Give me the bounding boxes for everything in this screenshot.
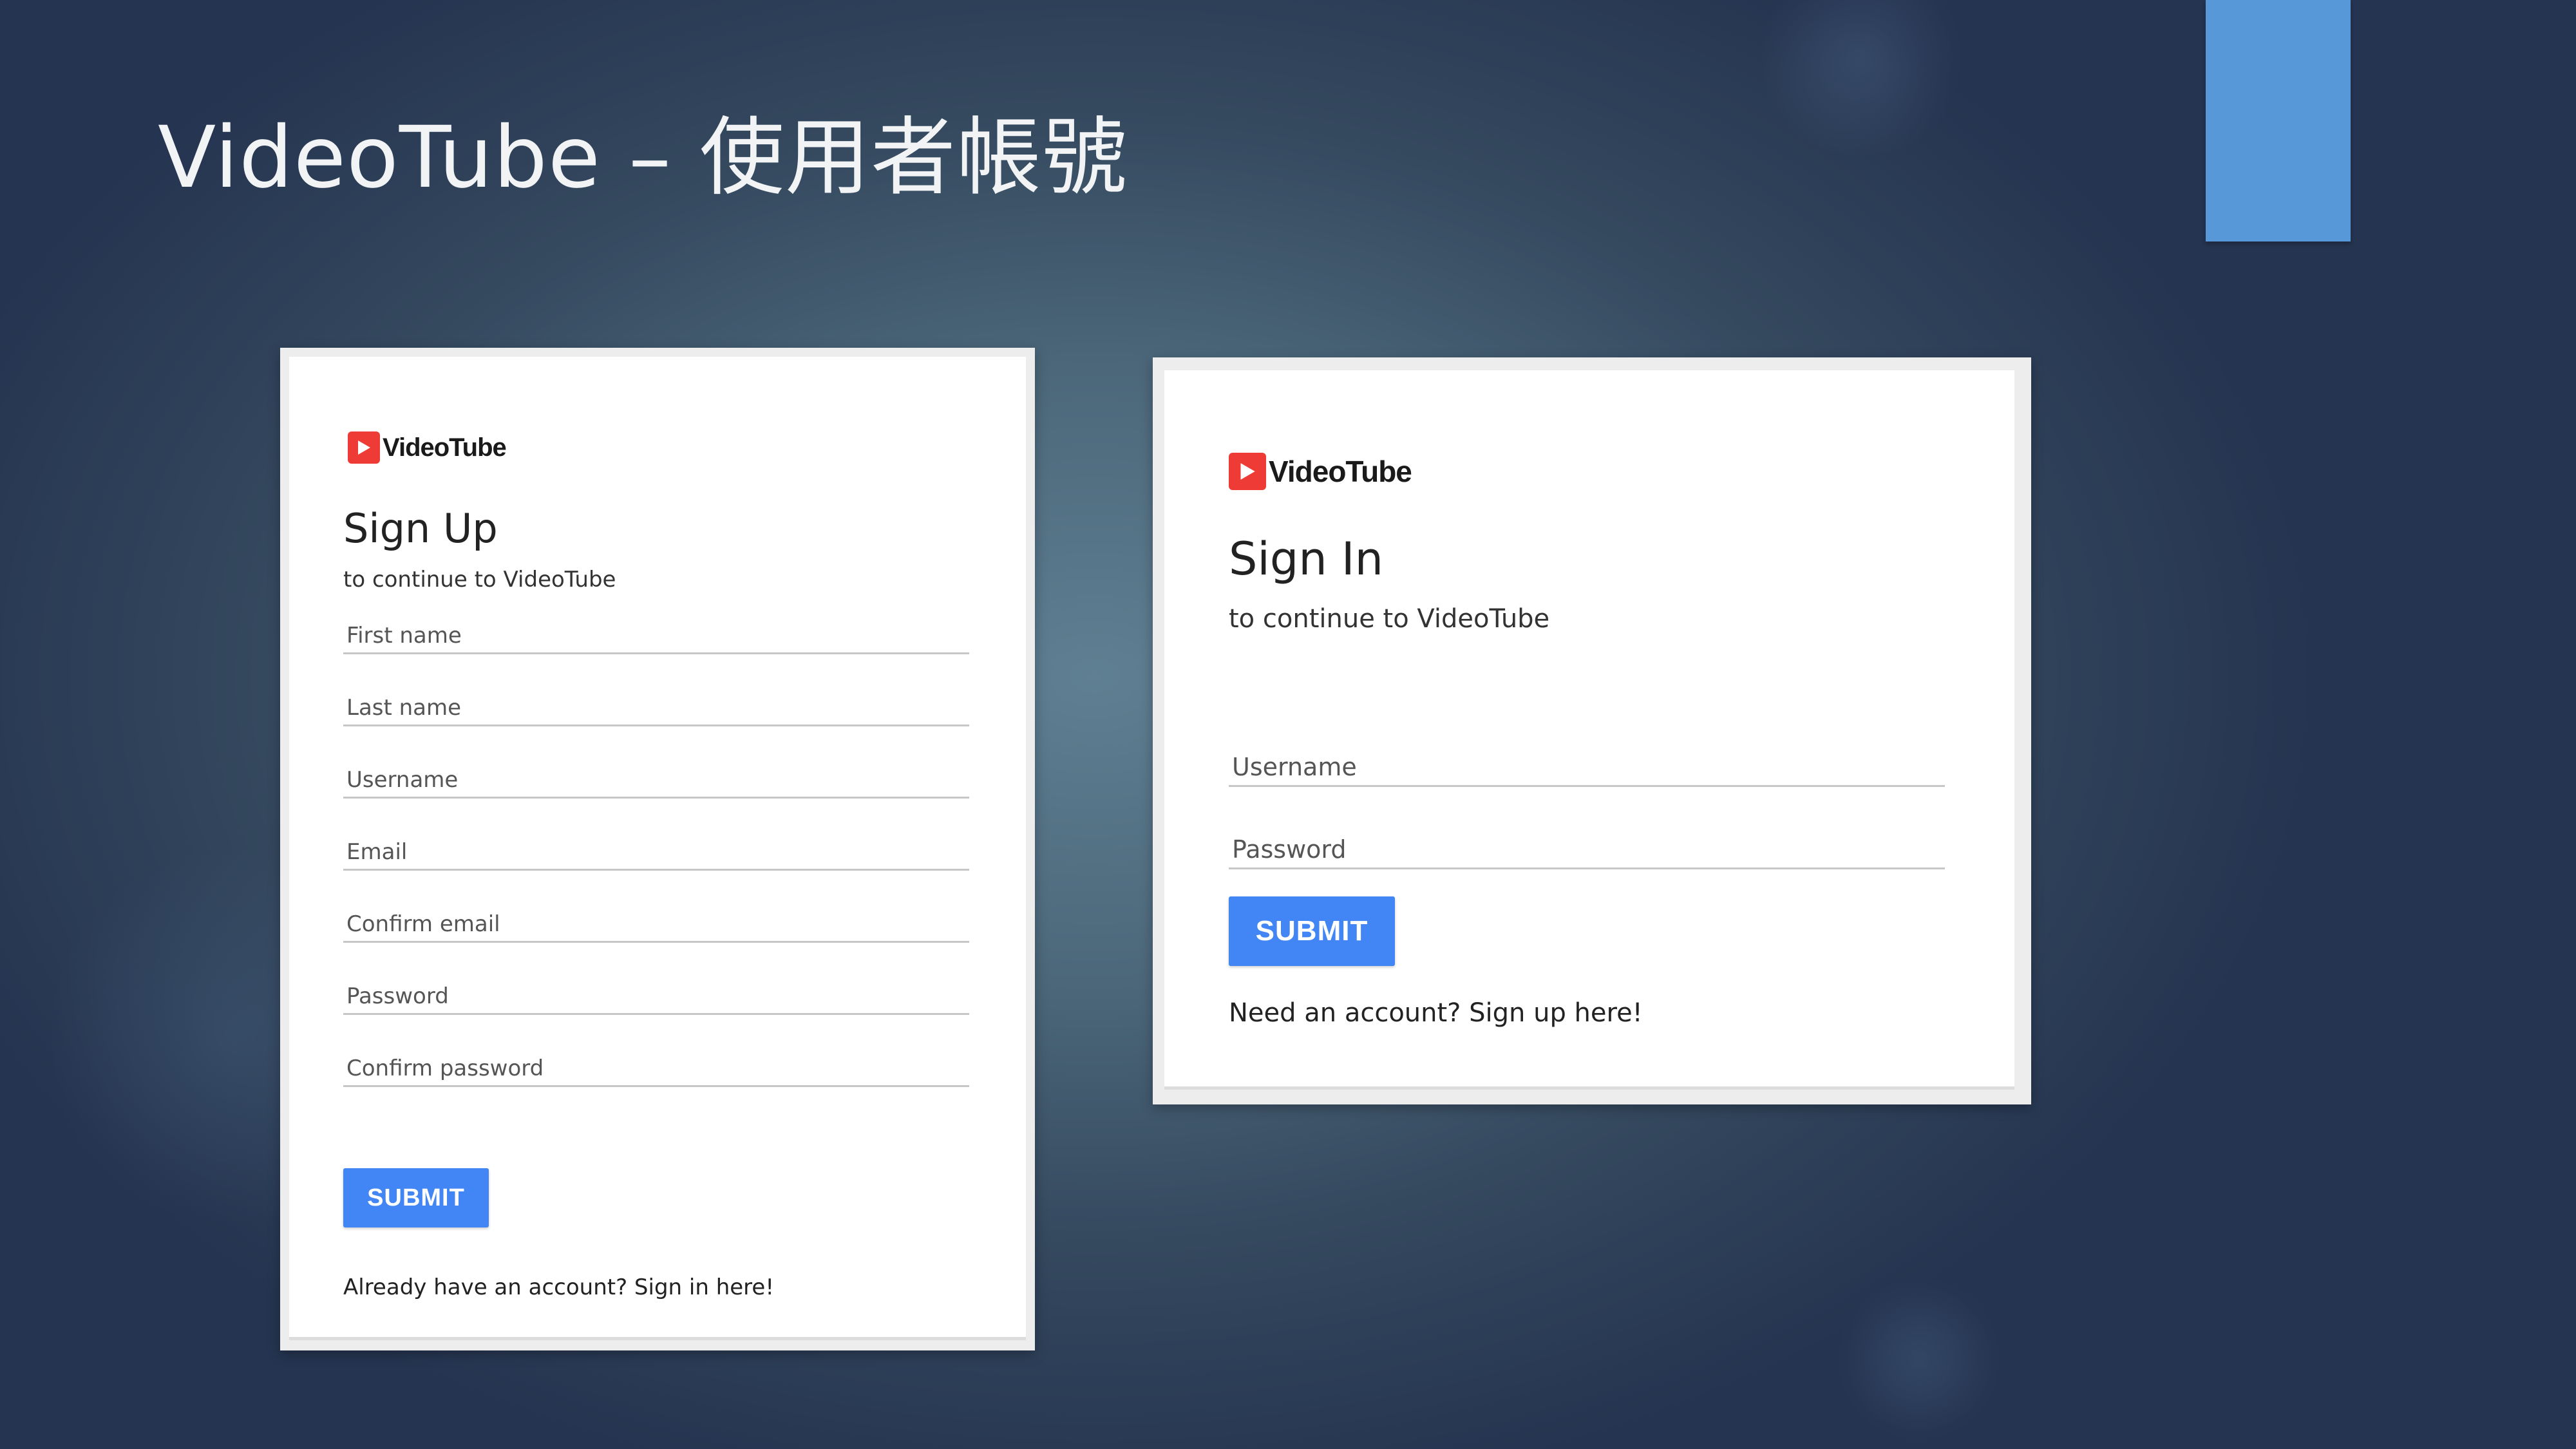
signup-link[interactable]: Need an account? Sign up here! [1229,998,1643,1028]
signup-submit-button[interactable]: SUBMIT [343,1168,489,1227]
last-name-field[interactable]: Last name [343,688,969,726]
username-placeholder: Username [346,767,459,793]
email-placeholder: Email [346,839,408,865]
password-placeholder: Password [346,983,449,1009]
confirm-password-field[interactable]: Confirm password [343,1048,969,1087]
username-placeholder: Username [1232,753,1357,781]
signup-heading: Sign Up [343,505,498,552]
signin-link[interactable]: Already have an account? Sign in here! [343,1274,774,1300]
background-glow [1835,1275,2003,1443]
play-logo-icon [1229,453,1266,490]
username-field[interactable]: Username [1229,744,1945,787]
confirm-password-placeholder: Confirm password [346,1056,544,1081]
brand-logo[interactable]: VideoTube [348,431,507,464]
signup-screenshot-frame: VideoTube Sign Up to continue to VideoTu… [280,348,1035,1350]
first-name-placeholder: First name [346,623,462,649]
slide-title: VideoTube – 使用者帳號 [158,108,1128,207]
password-field[interactable]: Password [1229,827,1945,869]
first-name-field[interactable]: First name [343,616,969,654]
signin-submit-button[interactable]: SUBMIT [1229,896,1395,966]
signin-card: VideoTube Sign In to continue to VideoTu… [1164,370,2014,1090]
signin-screenshot-frame: VideoTube Sign In to continue to VideoTu… [1153,357,2031,1104]
play-logo-icon [348,431,380,464]
signin-heading: Sign In [1229,533,1383,585]
brand-name: VideoTube [383,433,507,462]
accent-block [2206,0,2351,242]
brand-logo[interactable]: VideoTube [1229,453,1412,490]
brand-name: VideoTube [1269,455,1412,488]
password-field[interactable]: Password [343,976,969,1015]
signin-subheading: to continue to VideoTube [1229,604,1550,634]
password-placeholder: Password [1232,835,1347,864]
username-field[interactable]: Username [343,760,969,799]
signup-card: VideoTube Sign Up to continue to VideoTu… [289,357,1026,1340]
confirm-email-field[interactable]: Confirm email [343,904,969,943]
confirm-email-placeholder: Confirm email [346,911,500,937]
background-glow [1752,0,1971,155]
email-field[interactable]: Email [343,832,969,871]
last-name-placeholder: Last name [346,695,462,721]
signup-subheading: to continue to VideoTube [343,567,616,592]
